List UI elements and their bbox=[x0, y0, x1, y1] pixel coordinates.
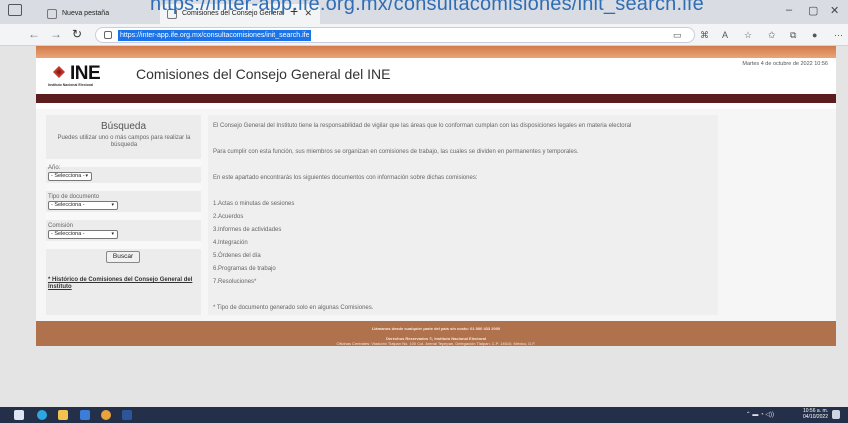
favorites-icon[interactable]: ✩ bbox=[768, 30, 776, 41]
list-item: 7.Resoluciones* bbox=[213, 279, 257, 285]
commission-select[interactable]: - Selecciona - ▾ bbox=[48, 230, 118, 239]
search-hint: Puedes utilizar uno o más campos para re… bbox=[57, 135, 191, 148]
read-aloud-icon[interactable]: A bbox=[722, 30, 728, 40]
year-select-value: - Selecciona - bbox=[51, 173, 85, 179]
list-item: 2.Acuerdos bbox=[213, 214, 244, 220]
commission-label: Comisión bbox=[48, 223, 74, 229]
list-item: 1.Actas o minutas de sesiones bbox=[213, 201, 295, 207]
list-item: 6.Programas de trabajo bbox=[213, 266, 276, 272]
file-explorer-icon[interactable] bbox=[58, 410, 68, 420]
list-item: 4.Integración bbox=[213, 240, 248, 246]
favorite-icon[interactable]: ☆ bbox=[744, 30, 752, 41]
documents-paragraph: En este apartado encontrarás los siguien… bbox=[213, 175, 478, 181]
site-frame: INE Instituto Nacional Electoral Comisio… bbox=[36, 46, 836, 346]
translate-icon[interactable]: ⌘ bbox=[700, 30, 709, 41]
search-button[interactable]: Buscar bbox=[106, 251, 140, 263]
footer-address: Oficinas Centrales: Viaducto Tlalpan No.… bbox=[336, 341, 536, 346]
current-date: Martes 4 de octubre de 2022 10:56 bbox=[742, 61, 828, 67]
form-stripe bbox=[46, 159, 201, 167]
form-stripe bbox=[46, 241, 201, 249]
list-item: 5.Órdenes del día bbox=[213, 253, 261, 259]
main-content: El Consejo General del Instituto tiene l… bbox=[208, 115, 718, 315]
footnote: * Tipo de documento generado solo en alg… bbox=[213, 305, 374, 311]
reader-icon[interactable]: ▭ bbox=[673, 30, 682, 41]
forward-icon[interactable]: → bbox=[50, 27, 62, 41]
doc-type-select[interactable]: - Selecciona - ▾ bbox=[48, 201, 118, 210]
reload-icon[interactable]: ↻ bbox=[72, 27, 82, 41]
commission-select-value: - Selecciona - bbox=[51, 231, 85, 237]
overlay-url-text: https://inter-app.ife.org.mx/consultacom… bbox=[150, 0, 704, 15]
top-banner bbox=[36, 46, 836, 58]
site-header: INE Instituto Nacional Electoral Comisio… bbox=[36, 58, 836, 94]
function-paragraph: Para cumplir con esta función, sus miemb… bbox=[213, 149, 579, 155]
tab-page-icon bbox=[47, 9, 57, 19]
profile-icon[interactable]: ● bbox=[812, 30, 817, 40]
footer-phone: Llámanos desde cualquier parte del país … bbox=[371, 326, 501, 331]
chevron-down-icon: ▾ bbox=[85, 173, 88, 179]
start-icon[interactable] bbox=[14, 410, 24, 420]
taskbar-clock[interactable]: 10:56 a. m. 04/10/2022 bbox=[803, 408, 828, 420]
page-viewport: INE Instituto Nacional Electoral Comisio… bbox=[0, 46, 848, 407]
clock-date: 04/10/2022 bbox=[802, 414, 828, 420]
form-stripe bbox=[46, 183, 201, 191]
page-title: Comisiones del Consejo General del INE bbox=[136, 66, 391, 82]
edge-icon[interactable] bbox=[37, 410, 47, 420]
chrome-icon[interactable] bbox=[101, 410, 111, 420]
collections-icon[interactable]: ⧉ bbox=[790, 30, 796, 41]
ine-logo[interactable]: INE Instituto Nacional Electoral bbox=[48, 63, 118, 89]
intro-paragraph: El Consejo General del Instituto tiene l… bbox=[213, 123, 632, 129]
form-stripe bbox=[46, 212, 201, 220]
logo-subtext: Instituto Nacional Electoral bbox=[48, 83, 94, 87]
minimize-icon[interactable]: – bbox=[786, 4, 792, 16]
doc-type-select-value: - Selecciona - bbox=[51, 202, 85, 208]
doc-type-label: Tipo de documento bbox=[48, 194, 100, 200]
search-title: Búsqueda bbox=[100, 121, 147, 132]
word-icon[interactable] bbox=[122, 410, 132, 420]
search-panel: Búsqueda Puedes utilizar uno o más campo… bbox=[46, 115, 201, 315]
logo-text: INE bbox=[70, 63, 101, 84]
site-footer: Llámanos desde cualquier parte del país … bbox=[36, 321, 836, 346]
year-select[interactable]: - Selecciona - ▾ bbox=[48, 172, 92, 181]
maroon-divider bbox=[36, 94, 836, 103]
window-menu-icon[interactable] bbox=[8, 4, 22, 16]
url-input[interactable]: https://inter-app.ife.org.mx/consultacom… bbox=[95, 27, 695, 43]
address-bar-row: ← → ↻ https://inter-app.ife.org.mx/consu… bbox=[0, 24, 848, 46]
divider bbox=[36, 103, 836, 109]
list-item: 3.Informes de actividades bbox=[213, 227, 282, 233]
ine-logo-icon bbox=[53, 66, 65, 78]
lock-icon bbox=[104, 31, 112, 39]
app-icon[interactable] bbox=[80, 410, 90, 420]
maximize-icon[interactable]: ▢ bbox=[808, 4, 818, 17]
taskbar: ⌃ ▬ ◔ ◁)) 10:56 a. m. 04/10/2022 bbox=[0, 407, 848, 423]
year-label: Año: bbox=[48, 165, 61, 171]
notifications-icon[interactable] bbox=[832, 410, 840, 419]
close-window-icon[interactable]: ✕ bbox=[830, 4, 839, 17]
system-tray-icons[interactable]: ⌃ ▬ ◔ ◁)) bbox=[746, 411, 774, 418]
url-text[interactable]: https://inter-app.ife.org.mx/consultacom… bbox=[118, 30, 312, 41]
history-link[interactable]: * Histórico de Comisiones del Consejo Ge… bbox=[48, 277, 198, 291]
tab-label: Nueva pestaña bbox=[62, 10, 110, 17]
chevron-down-icon: ▾ bbox=[111, 231, 114, 237]
back-icon[interactable]: ← bbox=[28, 27, 40, 41]
chevron-down-icon: ▾ bbox=[111, 202, 114, 208]
more-icon[interactable]: ⋯ bbox=[834, 30, 843, 41]
